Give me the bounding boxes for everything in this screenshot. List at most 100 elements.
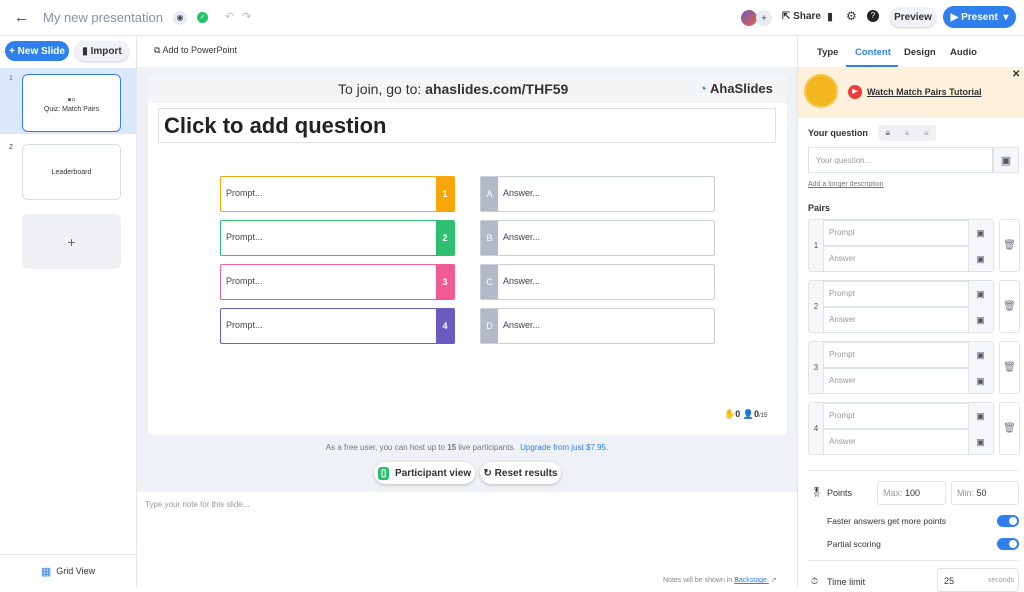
notes-msg: Notes will be shown in [663,577,735,584]
saved-check-icon: ✓ [197,12,208,23]
tab-type[interactable]: Type [817,47,838,58]
close-icon[interactable]: ✕ [1012,69,1020,80]
align-left-icon[interactable]: ≡ [885,129,890,138]
image-icon[interactable]: ▣ [968,281,993,307]
points-label: Points [827,488,853,498]
avatar[interactable] [741,10,757,26]
slides-sidebar: + New Slide ▮ Import 1 ▪▫ Quiz: Match Pa… [0,36,137,587]
present-button[interactable]: ▶ Present ▾ [943,6,1016,28]
prompt-box[interactable]: Prompt... 3 [220,264,455,300]
participant-view-label: Participant view [394,467,472,479]
add-slide-button[interactable]: + [22,214,121,269]
time-limit-input[interactable]: 25 seconds [937,568,1019,592]
back-arrow-icon[interactable]: ← [14,9,29,26]
longer-description-link[interactable]: Add a longer description [808,181,884,188]
prompt-number: 3 [436,265,454,299]
answer-letter: C [481,265,498,299]
answer-text: Answer... [503,188,541,198]
tutor-avatar [804,74,838,108]
answer-text: Answer... [503,232,541,242]
align-center-icon[interactable]: ≡ [905,129,910,138]
question-input[interactable]: Click to add question [158,108,776,143]
eye-icon[interactable]: ◉ [173,11,187,25]
max-points-input[interactable]: Max: 100 [877,481,946,505]
stopwatch-icon: ⏱ [811,576,819,586]
image-icon[interactable]: ▣ [968,368,993,394]
pair-number: 1 [813,241,819,250]
answer-letter: B [481,221,498,255]
trash-icon[interactable]: 🗑 [999,402,1020,455]
backstage-link[interactable]: Backstage. [734,577,769,584]
gear-icon[interactable]: ⚙ [846,9,857,23]
image-icon[interactable]: ▣ [968,307,993,333]
undo-icon[interactable]: ↶ [225,10,234,23]
prompt-box[interactable]: Prompt... 4 [220,308,455,344]
prompt-number: 4 [436,309,454,343]
free-msg: live participants. [456,443,516,452]
add-label: + [67,233,76,250]
pair-prompt-input[interactable]: Prompt [823,342,969,368]
prompt-text: Prompt... [226,232,263,242]
help-icon[interactable]: ? [867,10,879,22]
pair-prompt-input[interactable]: Prompt [823,281,969,307]
upgrade-link[interactable]: Upgrade from just $7.95. [520,443,608,452]
join-text: To join, go to: ahaslides.com/THF59 [338,81,568,97]
answer-text: Answer... [503,276,541,286]
slide-label: Quiz: Match Pairs [43,105,100,113]
slide-label: Leaderboard [51,168,92,176]
image-icon[interactable]: ▣ [968,342,993,368]
add-ppt-label: Add to PowerPoint [162,45,237,55]
answer-box[interactable]: C Answer... [480,264,715,300]
image-icon[interactable]: ▣ [968,220,993,246]
presentation-title[interactable]: My new presentation [43,10,163,25]
pair-answer-input[interactable]: Answer [823,246,969,272]
tab-content[interactable]: Content [855,47,891,58]
participant-view-button[interactable]: ▯ Participant view [374,462,475,484]
trash-icon[interactable]: 🗑 [999,280,1020,333]
image-icon[interactable]: ▣ [968,429,993,455]
trash-icon[interactable]: 🗑 [999,219,1020,272]
prompt-box[interactable]: Prompt... 1 [220,176,455,212]
redo-icon[interactable]: ↷ [242,10,251,23]
pair-item: 2 Prompt Answer ▣ ▣ [808,280,994,333]
answer-box[interactable]: D Answer... [480,308,715,344]
note-input[interactable]: Type your note for this slide... [145,500,250,509]
preview-button[interactable]: Preview [890,7,936,27]
add-to-powerpoint-button[interactable]: ⧉ Add to PowerPoint [154,45,237,56]
grid-view-button[interactable]: ▦ Grid View [0,554,136,587]
import-button[interactable]: ▮ Import [75,41,129,61]
image-icon[interactable]: ▣ [993,147,1019,173]
answer-letter: D [481,309,498,343]
tutorial-link[interactable]: Watch Match Pairs Tutorial [867,87,982,97]
align-right-icon[interactable]: ≡ [924,129,929,138]
trash-icon[interactable]: 🗑 [999,341,1020,394]
download-icon[interactable]: ▮ [827,10,833,23]
pair-prompt-input[interactable]: Prompt [823,220,969,246]
pair-prompt-input[interactable]: Prompt [823,403,969,429]
answer-box[interactable]: B Answer... [480,220,715,256]
new-slide-button[interactable]: + New Slide [5,41,69,61]
share-button[interactable]: ⇱ Share [782,11,821,22]
tab-design[interactable]: Design [904,47,936,58]
seconds-label: seconds [987,577,1014,584]
min-points-input[interactable]: Min: 50 [951,481,1019,505]
partial-toggle[interactable] [997,538,1019,550]
pair-answer-input[interactable]: Answer [823,368,969,394]
share-label: Share [793,11,821,22]
image-icon[interactable]: ▣ [968,246,993,272]
notes-message: Notes will be shown in Backstage. ↗ [663,576,777,584]
prompt-box[interactable]: Prompt... 2 [220,220,455,256]
reset-results-button[interactable]: ↻ Reset results [480,462,561,484]
answer-box[interactable]: A Answer... [480,176,715,212]
add-collaborator-icon[interactable]: + [756,10,772,26]
pair-answer-input[interactable]: Answer [823,429,969,455]
tab-audio[interactable]: Audio [950,47,977,58]
faster-toggle[interactable] [997,515,1019,527]
question-field[interactable]: Your question... [808,147,993,173]
pair-answer-input[interactable]: Answer [823,307,969,333]
slide-thumbnail-1[interactable]: ▪▫ Quiz: Match Pairs [22,74,121,132]
faster-label: Faster answers get more points [827,516,947,526]
image-icon[interactable]: ▣ [968,403,993,429]
slide-thumbnail-2[interactable]: Leaderboard [22,144,121,200]
play-icon: ▶ [848,85,862,99]
